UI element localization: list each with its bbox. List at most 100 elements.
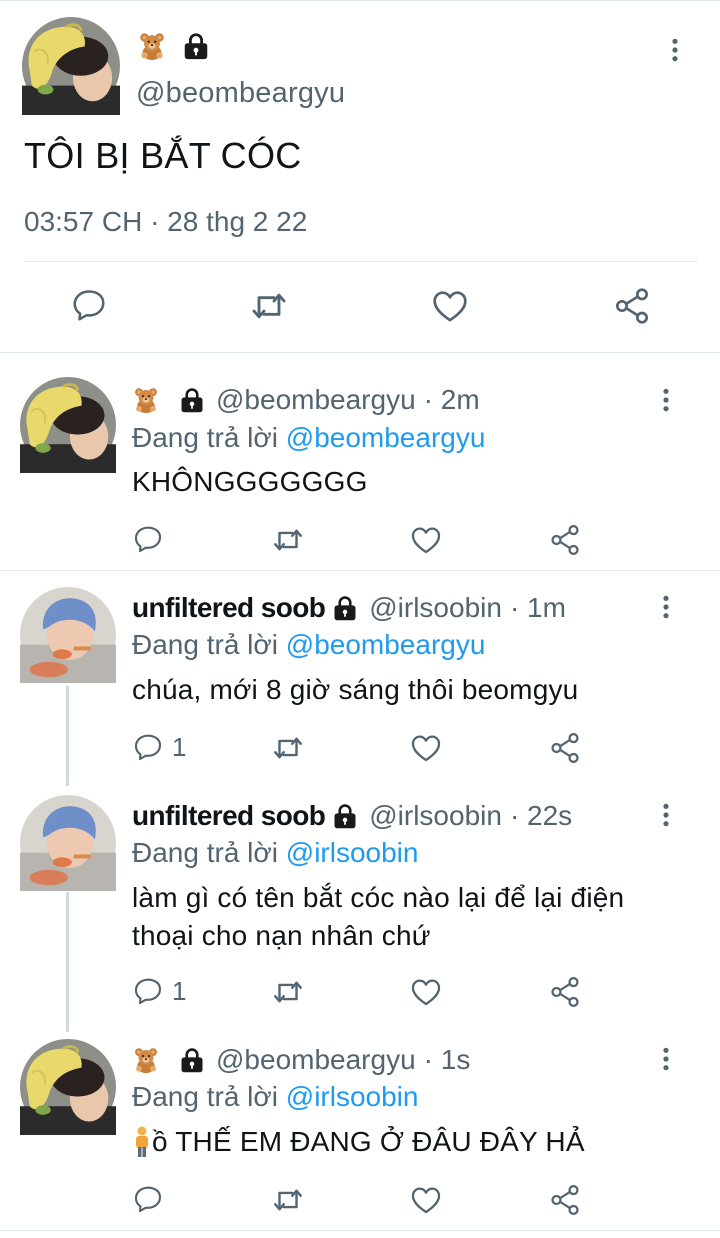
like-button[interactable] xyxy=(409,523,443,557)
share-button[interactable] xyxy=(548,975,582,1009)
lock-emoji-icon xyxy=(178,386,206,414)
user-handle[interactable]: @beombeargyu xyxy=(216,1044,416,1076)
display-name[interactable]: unfiltered soob xyxy=(132,800,326,832)
bear-emoji-icon xyxy=(132,1045,160,1075)
avatar[interactable] xyxy=(20,377,116,473)
reply-tweet[interactable]: @beombeargyu · 1s Đang trả lời @irlsoobi… xyxy=(0,1025,720,1230)
like-button[interactable] xyxy=(430,286,470,326)
tweet-time: · 1m xyxy=(509,592,566,623)
reply-icon xyxy=(132,523,164,555)
reply-tweet[interactable]: @beombeargyu · 2m Đang trả lời @beombear… xyxy=(0,353,720,570)
user-handle[interactable]: @beombeargyu xyxy=(216,384,416,416)
retweet-button[interactable] xyxy=(249,286,289,326)
tweet-time: · 22s xyxy=(509,800,573,831)
avatar[interactable] xyxy=(20,1039,116,1135)
like-icon xyxy=(409,731,443,765)
tweet-text: TÔI BỊ BẮT CÓC xyxy=(24,135,302,176)
tweet-time: · 1s xyxy=(423,1044,471,1075)
mention-link[interactable]: @beombeargyu xyxy=(286,422,486,453)
more-options-icon[interactable] xyxy=(661,1046,671,1072)
reply-tweet[interactable]: unfiltered soob @irlsoobin · 22s Đang tr… xyxy=(0,781,720,1025)
main-tweet: @beombeargyu TÔI BỊ BẮT CÓC 03:57 CH · 2… xyxy=(0,0,720,352)
user-handle[interactable]: @irlsoobin xyxy=(369,592,502,624)
share-button[interactable] xyxy=(548,731,582,765)
replying-prefix: Đang trả lời xyxy=(132,422,278,453)
share-button[interactable] xyxy=(612,286,652,326)
share-icon xyxy=(612,286,652,326)
reply-tweet[interactable]: unfiltered soob @irlsoobin · 1m Đang trả… xyxy=(0,571,720,781)
tweet-header: @beombeargyu · 2m xyxy=(132,383,480,417)
divider xyxy=(24,261,698,262)
reply-button[interactable] xyxy=(132,523,164,555)
reply-count: 1 xyxy=(172,731,187,762)
replying-to: Đang trả lời @irlsoobin xyxy=(132,1081,418,1113)
reply-button[interactable] xyxy=(70,286,108,324)
more-options-icon[interactable] xyxy=(661,387,671,413)
retweet-icon xyxy=(249,286,289,326)
user-handle[interactable]: @irlsoobin xyxy=(369,800,502,832)
replying-to: Đang trả lời @irlsoobin xyxy=(132,837,418,869)
lock-emoji-icon xyxy=(178,1046,206,1074)
bear-emoji-icon xyxy=(137,30,167,62)
person-emoji-icon xyxy=(132,1126,152,1158)
more-options-icon[interactable] xyxy=(661,802,671,828)
retweet-button[interactable] xyxy=(271,523,305,557)
tweet-header: @beombeargyu · 1s xyxy=(132,1043,470,1077)
like-icon xyxy=(409,523,443,557)
more-options-icon[interactable] xyxy=(661,594,671,620)
like-button[interactable] xyxy=(409,731,443,765)
tweet-timestamp: 03:57 CH · 28 thg 2 22 xyxy=(24,206,308,237)
retweet-button[interactable] xyxy=(271,975,305,1009)
mention-link[interactable]: @beombeargyu xyxy=(286,629,486,660)
like-button[interactable] xyxy=(409,1183,443,1217)
retweet-button[interactable] xyxy=(271,1183,305,1217)
display-name[interactable]: unfiltered soob xyxy=(132,592,326,624)
reply-icon xyxy=(132,731,164,763)
display-name xyxy=(137,29,211,63)
replying-prefix: Đang trả lời xyxy=(132,629,278,660)
tweet-time: · 2m xyxy=(423,384,480,415)
tweet-text-line: làm gì có tên bắt cóc nào lại để lại điệ… xyxy=(132,882,625,913)
tweet-text-content: ồ THẾ EM ĐANG Ở ĐÂU ĐÂY HẢ xyxy=(152,1126,585,1157)
tweet-header: unfiltered soob @irlsoobin · 1m xyxy=(132,591,566,625)
reply-button[interactable] xyxy=(132,1183,164,1215)
tweet-text: chúa, mới 8 giờ sáng thôi beomgyu xyxy=(132,674,579,705)
like-icon xyxy=(430,286,470,326)
like-icon xyxy=(409,1183,443,1217)
reply-button[interactable]: 1 xyxy=(132,975,186,1007)
share-icon xyxy=(548,523,582,557)
mention-link[interactable]: @irlsoobin xyxy=(286,1081,419,1112)
retweet-icon xyxy=(271,731,305,765)
replying-prefix: Đang trả lời xyxy=(132,837,278,868)
lock-emoji-icon xyxy=(181,31,211,61)
tweet-text: làm gì có tên bắt cóc nào lại để lại điệ… xyxy=(132,879,624,955)
tweet-text: KHÔNGGGGGGG xyxy=(132,466,368,497)
share-button[interactable] xyxy=(548,1183,582,1217)
mention-link[interactable]: @irlsoobin xyxy=(286,837,419,868)
lock-emoji-icon xyxy=(331,802,359,830)
user-handle[interactable]: @beombeargyu xyxy=(136,77,345,110)
like-button[interactable] xyxy=(409,975,443,1009)
retweet-button[interactable] xyxy=(271,731,305,765)
reply-icon xyxy=(132,975,164,1007)
like-icon xyxy=(409,975,443,1009)
reply-icon xyxy=(132,1183,164,1215)
share-icon xyxy=(548,975,582,1009)
share-button[interactable] xyxy=(548,523,582,557)
more-options-icon[interactable] xyxy=(670,37,680,63)
replying-prefix: Đang trả lời xyxy=(132,1081,278,1112)
replying-to: Đang trả lời @beombeargyu xyxy=(132,422,485,454)
reply-count: 1 xyxy=(172,975,187,1006)
avatar[interactable] xyxy=(20,795,116,891)
share-icon xyxy=(548,731,582,765)
tweet-text-line: thoại cho nạn nhân chứ xyxy=(132,920,431,951)
tweet-text: ồ THẾ EM ĐANG Ở ĐÂU ĐÂY HẢ xyxy=(132,1123,585,1161)
tweet-header: unfiltered soob @irlsoobin · 22s xyxy=(132,799,572,833)
retweet-icon xyxy=(271,523,305,557)
bear-emoji-icon xyxy=(132,385,160,415)
reply-button[interactable]: 1 xyxy=(132,731,186,763)
avatar[interactable] xyxy=(20,587,116,683)
replying-to: Đang trả lời @beombeargyu xyxy=(132,629,485,661)
avatar[interactable] xyxy=(22,17,120,115)
divider xyxy=(0,1230,720,1231)
